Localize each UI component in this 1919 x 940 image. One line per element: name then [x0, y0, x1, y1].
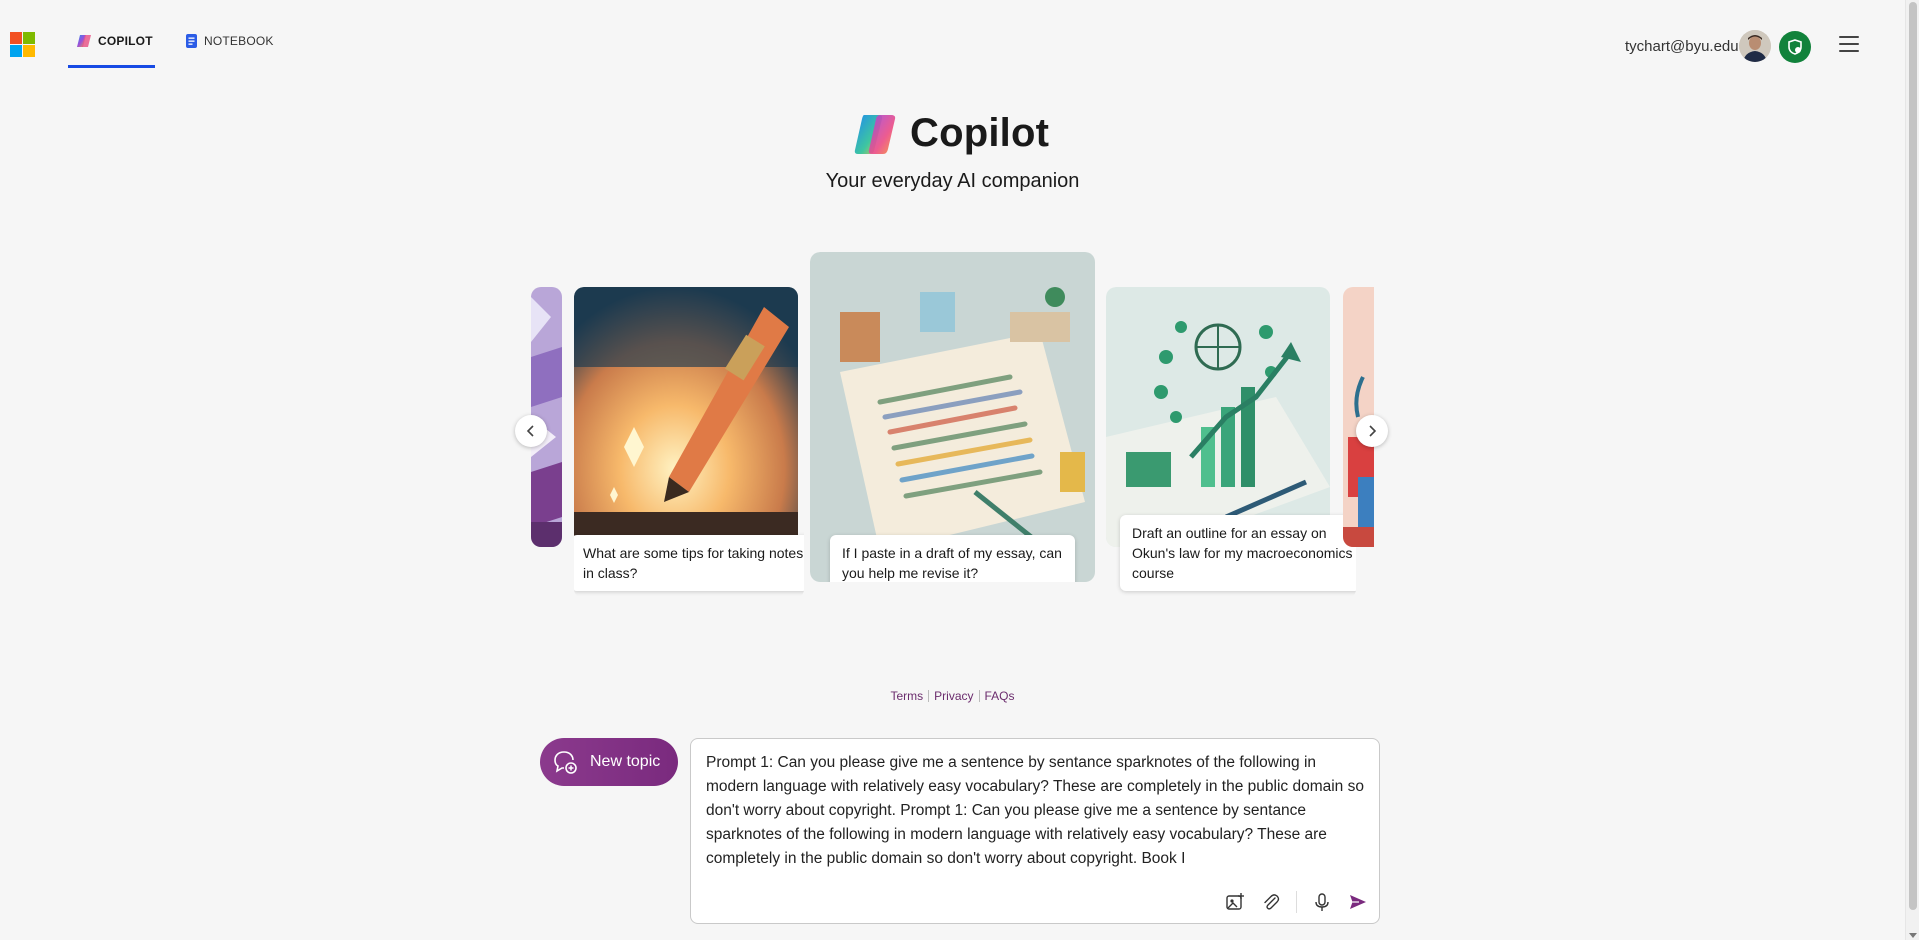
carousel-next-button[interactable] — [1356, 415, 1388, 447]
send-icon[interactable] — [1347, 891, 1369, 913]
privacy-link[interactable]: Privacy — [934, 689, 973, 703]
person-icon — [1739, 30, 1771, 62]
economics-image — [1106, 287, 1330, 547]
tab-copilot[interactable]: COPILOT — [68, 34, 155, 68]
hero-title: Copilot — [852, 111, 1049, 156]
avatar[interactable] — [1739, 30, 1771, 62]
copilot-logo-icon — [854, 114, 896, 154]
page-subtitle: Your everyday AI companion — [825, 170, 1080, 192]
attach-icon[interactable] — [1260, 891, 1282, 913]
tab-notebook[interactable]: NOTEBOOK — [185, 34, 274, 68]
shield-check-icon — [1788, 39, 1802, 55]
divider — [928, 690, 930, 702]
pencil-image — [574, 287, 798, 547]
chat-input-text[interactable]: Prompt 1: Can you please give me a sente… — [706, 751, 1366, 871]
carousel-card[interactable]: What are some tips for taking notes in c… — [574, 287, 804, 598]
chat-input-box[interactable]: Prompt 1: Can you please give me a sente… — [690, 738, 1380, 924]
card-caption: Draft an outline for an essay on Okun's … — [1120, 515, 1356, 591]
card-caption: If I paste in a draft of my essay, can y… — [830, 535, 1075, 582]
chevron-right-icon — [1369, 425, 1377, 437]
tab-label: NOTEBOOK — [204, 34, 274, 48]
account-email[interactable]: tychart@byu.edu — [1625, 38, 1739, 55]
new-topic-button[interactable]: New topic — [540, 738, 678, 786]
page-scrollbar[interactable] — [1905, 0, 1919, 940]
tab-label: COPILOT — [98, 34, 153, 48]
scroll-down-arrow-icon[interactable] — [1909, 933, 1917, 938]
hamburger-menu-icon[interactable] — [1839, 36, 1859, 54]
shield-icon[interactable] — [1779, 31, 1811, 63]
divider — [978, 690, 980, 702]
input-toolbar — [1224, 891, 1369, 913]
chevron-left-icon — [526, 425, 534, 437]
footer-links: Terms Privacy FAQs — [0, 689, 1905, 703]
top-bar: COPILOT NOTEBOOK tychart@byu.edu — [0, 0, 1905, 80]
carousel-card-featured[interactable]: If I paste in a draft of my essay, can y… — [810, 252, 1096, 582]
carousel-card[interactable]: Draft an outline for an essay on Okun's … — [1106, 287, 1356, 598]
card-caption: What are some tips for taking notes in c… — [574, 535, 804, 591]
toolbar-divider — [1296, 891, 1297, 913]
essay-image — [810, 252, 1095, 582]
scrollbar-thumb[interactable] — [1909, 2, 1917, 910]
page-title: Copilot — [910, 111, 1050, 155]
faqs-link[interactable]: FAQs — [985, 689, 1015, 703]
microphone-icon[interactable] — [1311, 891, 1333, 913]
prompt-carousel: What are some tips for taking notes in c… — [531, 252, 1374, 598]
terms-link[interactable]: Terms — [890, 689, 923, 703]
new-chat-icon — [554, 751, 577, 774]
microsoft-logo[interactable] — [10, 32, 35, 57]
copilot-icon — [77, 35, 91, 47]
new-topic-label: New topic — [590, 753, 661, 770]
image-upload-icon[interactable] — [1224, 891, 1246, 913]
notebook-icon — [186, 34, 197, 48]
carousel-prev-button[interactable] — [515, 415, 547, 447]
